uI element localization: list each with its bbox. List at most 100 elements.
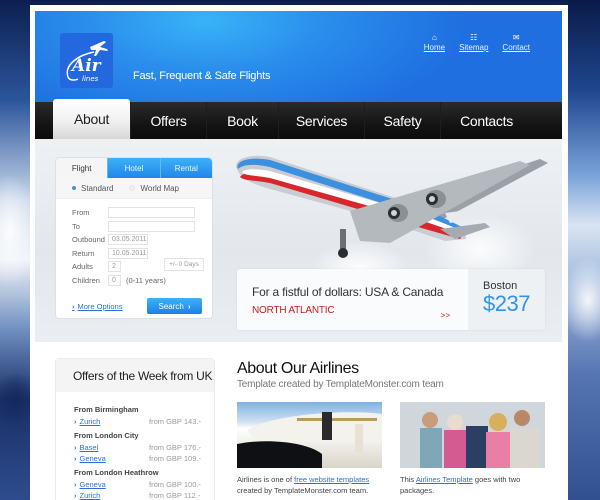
search-button-label: Search — [158, 301, 184, 311]
search-mode: Standard World Map — [56, 178, 212, 199]
top-links: ⌂ Home ☷ Sitemap ✉ Contact — [424, 33, 530, 52]
offer-destination: Basel — [79, 443, 99, 452]
promo-more-arrow[interactable]: >> — [441, 311, 450, 320]
tab-rental[interactable]: Rental — [159, 158, 212, 178]
offer-destination: Zurich — [79, 491, 101, 500]
radio-standard[interactable]: Standard — [72, 184, 113, 193]
promo-banner[interactable]: For a fistful of dollars: USA & Canada N… — [237, 269, 545, 330]
logo[interactable]: Air lines — [60, 33, 113, 88]
flex-days-select[interactable]: +/- 0 Days — [164, 258, 204, 271]
from-label: From — [72, 208, 90, 218]
card-text-before: Airlines is one of — [237, 475, 295, 484]
search-button[interactable]: Search › — [147, 298, 202, 314]
top-link-contact[interactable]: ✉ Contact — [502, 33, 530, 52]
chevron-right-icon: › — [74, 454, 77, 463]
top-link-sitemap-label[interactable]: Sitemap — [459, 43, 488, 52]
radio-world-map[interactable]: World Map — [129, 184, 179, 193]
card-text-before: This — [400, 475, 416, 484]
nav-item-safety[interactable]: Safety — [364, 102, 440, 139]
to-input[interactable] — [108, 220, 195, 232]
outbound-label: Outbound — [72, 235, 105, 245]
offer-price: from GBP 109.- — [149, 454, 201, 463]
top-link-home[interactable]: ⌂ Home — [424, 33, 445, 52]
chevron-right-icon: › — [74, 480, 77, 489]
offer-price: from GBP 100.- — [149, 480, 201, 489]
offer-destination: Geneva — [79, 454, 106, 463]
top-link-contact-label[interactable]: Contact — [502, 43, 530, 52]
adults-input[interactable] — [108, 261, 121, 273]
offer-price: from GBP 143.- — [149, 417, 201, 426]
about-title: About Our Airlines — [237, 360, 359, 377]
offer-destination-link[interactable]: › Basel — [74, 443, 149, 452]
offer-group-title: From London Heathrow — [74, 468, 159, 477]
nav-item-offers[interactable]: Offers — [130, 102, 206, 139]
more-options-label: More Options — [77, 301, 123, 311]
svg-text:Air: Air — [70, 56, 102, 76]
tab-hotel[interactable]: Hotel — [107, 158, 160, 178]
background-sky-right — [568, 0, 600, 500]
chevron-right-icon: › — [72, 301, 75, 311]
about-subtitle: Template created by TemplateMonster.com … — [237, 379, 444, 390]
private-jet-image — [237, 402, 382, 468]
top-link-sitemap[interactable]: ☷ Sitemap — [459, 33, 488, 52]
tab-flight[interactable]: Flight — [56, 158, 108, 178]
chevron-right-icon: › — [187, 301, 191, 311]
children-label: Children — [72, 275, 100, 285]
hero-section: Flight Hotel Rental Standard World Map F… — [35, 139, 562, 342]
offer-price: from GBP 176.- — [149, 443, 201, 452]
booking-form: From To Outbound Return Adults — [56, 199, 212, 287]
home-icon: ⌂ — [431, 33, 437, 42]
svg-text:lines: lines — [82, 75, 99, 83]
mail-icon: ✉ — [512, 33, 520, 42]
header: Air lines Fast, Frequent & Safe Flights … — [35, 11, 562, 102]
main-nav: About Offers Book Services Safety Contac… — [35, 99, 562, 139]
children-hint: (0-11 years) — [126, 275, 166, 285]
sitemap-icon: ☷ — [470, 33, 478, 42]
background-sky-left — [0, 0, 30, 500]
page-container: Air lines Fast, Frequent & Safe Flights … — [30, 5, 568, 500]
adults-label: Adults — [72, 262, 93, 272]
offer-item: › Geneva from GBP 100.- — [74, 479, 214, 490]
return-label: Return — [72, 248, 95, 258]
offer-group-title: From Birmingham — [74, 405, 139, 414]
offer-destination-link[interactable]: › Geneva — [74, 480, 149, 489]
offer-destination-link[interactable]: › Zurich — [74, 417, 149, 426]
about-card: Airlines is one of free website template… — [237, 402, 382, 496]
nav-item-book[interactable]: Book — [206, 102, 278, 139]
chevron-right-icon: › — [74, 491, 77, 500]
nav-item-contacts[interactable]: Contacts — [440, 102, 532, 139]
from-input[interactable] — [108, 207, 195, 219]
top-link-home-label[interactable]: Home — [424, 43, 445, 52]
airlines-template-link[interactable]: Airlines Template — [416, 475, 473, 484]
chevron-right-icon: › — [74, 443, 77, 452]
radio-standard-label: Standard — [81, 183, 114, 193]
offer-destination-link[interactable]: › Geneva — [74, 454, 149, 463]
offer-item: › Geneva from GBP 109.- — [74, 453, 214, 464]
airplane-logo-icon: Air lines — [66, 41, 108, 83]
offer-price: from GBP 112.- — [149, 491, 201, 500]
children-input[interactable] — [108, 274, 121, 286]
nav-item-about[interactable]: About — [53, 99, 130, 139]
promo-price: $237 — [483, 291, 530, 316]
airplane-hero-image — [236, 155, 548, 258]
radio-dot-icon — [72, 186, 76, 190]
about-card-text: Airlines is one of free website template… — [237, 474, 382, 496]
booking-widget: Flight Hotel Rental Standard World Map F… — [55, 157, 213, 319]
about-card-text: This Airlines Template goes with two pac… — [400, 474, 545, 496]
more-options-link[interactable]: › More Options — [72, 302, 123, 311]
promo-subtitle: NORTH ATLANTIC — [252, 305, 335, 316]
radio-world-map-label: World Map — [140, 183, 179, 193]
offers-title: Offers of the Week from UK — [56, 359, 214, 392]
offer-item: › Zurich from GBP 143.- — [74, 416, 214, 427]
passengers-image — [400, 402, 545, 468]
offer-item: › Zurich from GBP 112.- — [74, 490, 214, 500]
offer-destination-link[interactable]: › Zurich — [74, 491, 149, 500]
offer-group-title: From London City — [74, 431, 139, 440]
offer-destination: Zurich — [79, 417, 101, 426]
outbound-date-input[interactable] — [108, 234, 148, 246]
free-templates-link[interactable]: free website templates — [294, 475, 369, 484]
return-date-input[interactable] — [108, 247, 148, 259]
nav-item-services[interactable]: Services — [278, 102, 364, 139]
about-section: About Our Airlines Template created by T… — [237, 360, 557, 496]
card-text-after: created by TemplateMonster.com team. — [237, 486, 369, 495]
